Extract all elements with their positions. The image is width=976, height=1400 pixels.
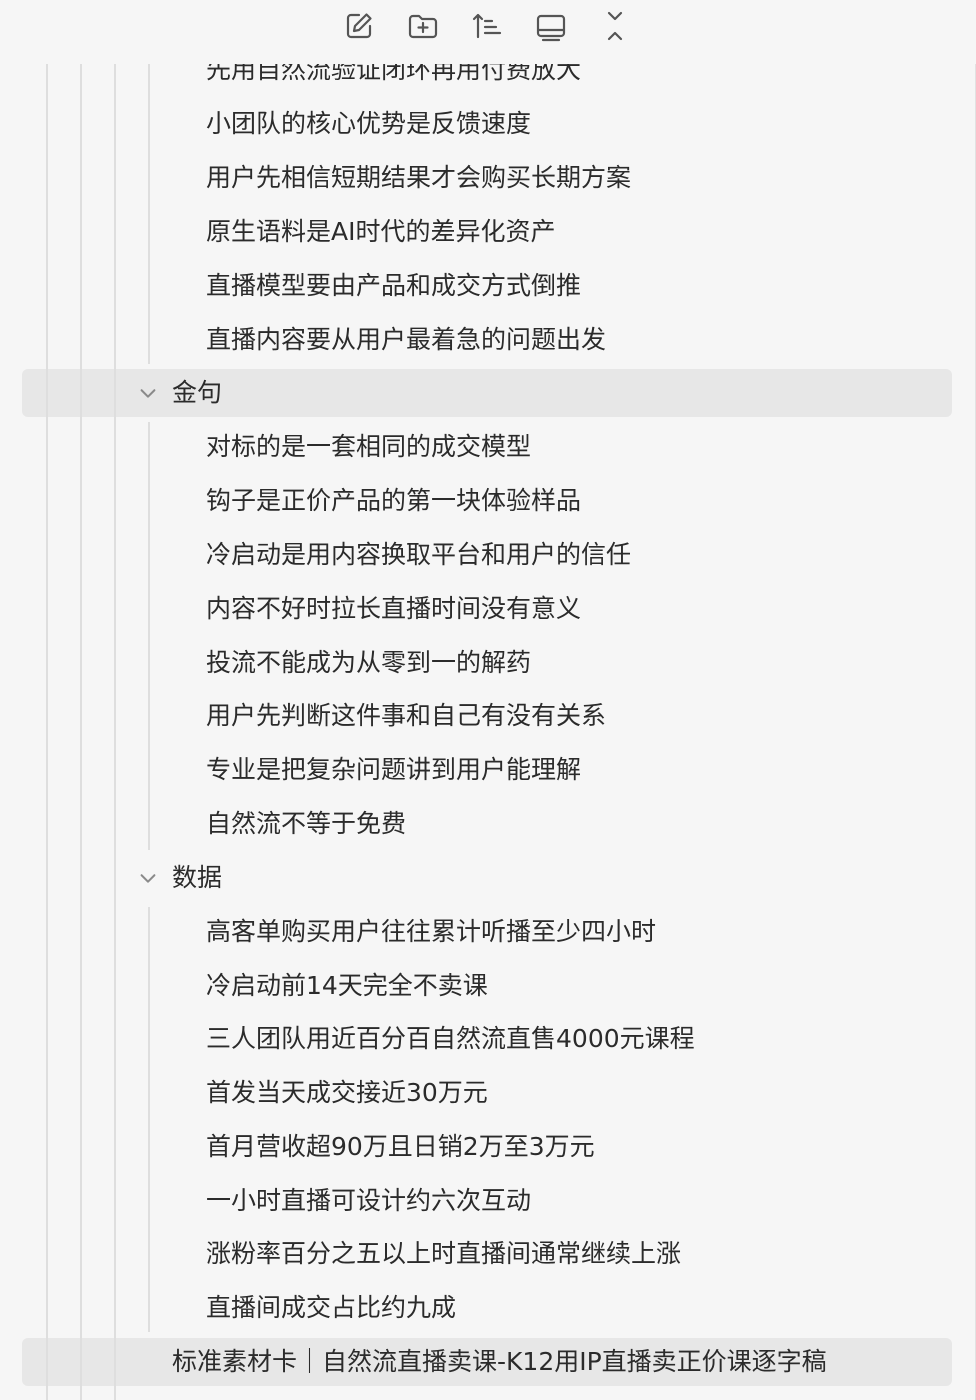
collapse-all-button[interactable] <box>595 6 635 46</box>
tree-guide-line <box>148 422 150 850</box>
tree-item[interactable]: 直播间成交占比约九成 <box>206 1292 456 1324</box>
tree-guide-line <box>114 64 116 1400</box>
folder-data[interactable]: 数据 <box>136 854 222 902</box>
chevron-down-icon[interactable] <box>136 381 160 405</box>
tree-guide-line <box>46 64 48 1400</box>
tree-item[interactable]: 内容不好时拉长直播时间没有意义 <box>206 593 581 625</box>
sort-icon <box>472 13 502 39</box>
folder-label: 数据 <box>172 863 223 892</box>
toolbar <box>0 0 976 56</box>
folder-plus-icon <box>408 14 438 39</box>
tree-item[interactable]: 首月营收超90万且日销2万至3万元 <box>206 1131 595 1163</box>
tree-item[interactable]: 自然流不等于免费 <box>206 808 406 840</box>
tree-item-selected[interactable]: 标准素材卡｜自然流直播卖课-K12用IP直播卖正价课逐字稿 <box>172 1346 827 1378</box>
tree-item[interactable]: 一小时直播可设计约六次互动 <box>206 1185 531 1217</box>
tree-item[interactable]: 钩子是正价产品的第一块体验样品 <box>206 485 581 517</box>
tree-item[interactable]: 三人团队用近百分百自然流直售4000元课程 <box>206 1023 695 1055</box>
tree-item[interactable]: 高客单购买用户往往累计听播至少四小时 <box>206 916 656 948</box>
new-note-button[interactable] <box>339 6 379 46</box>
tree-guide-line <box>80 64 82 1400</box>
tree-item[interactable]: 直播内容要从用户最着急的问题出发 <box>206 324 606 356</box>
tree-item[interactable]: 投流不能成为从零到一的解药 <box>206 647 531 679</box>
tree-item[interactable]: 首发当天成交接近30万元 <box>206 1077 488 1109</box>
panel-icon <box>536 14 566 42</box>
toolbar-divider <box>0 56 976 64</box>
tree-item[interactable]: 直播模型要由产品和成交方式倒推 <box>206 270 581 302</box>
edit-icon <box>346 13 372 39</box>
tree-item[interactable]: 小团队的核心优势是反馈速度 <box>206 108 531 140</box>
tree-item[interactable]: 冷启动前14天完全不卖课 <box>206 970 488 1002</box>
tree-item[interactable]: 用户先判断这件事和自己有没有关系 <box>206 700 606 732</box>
tree-item[interactable]: 涨粉率百分之五以上时直播间通常继续上涨 <box>206 1238 681 1270</box>
tree-item[interactable]: 对标的是一套相同的成交模型 <box>206 431 531 463</box>
tree-item[interactable]: 专业是把复杂问题讲到用户能理解 <box>206 754 581 786</box>
chevron-down-icon[interactable] <box>136 866 160 890</box>
tree-item[interactable]: 冷启动是用内容换取平台和用户的信任 <box>206 539 631 571</box>
folder-quotes[interactable]: 金句 <box>136 369 222 417</box>
collapse-icon <box>607 11 623 41</box>
collapse-panel-button[interactable] <box>531 6 571 46</box>
tree-guide-line <box>148 907 150 1332</box>
new-folder-button[interactable] <box>403 6 443 46</box>
sort-button[interactable] <box>467 6 507 46</box>
tree-guide-line <box>148 64 150 364</box>
tree-item[interactable]: 原生语料是AI时代的差异化资产 <box>206 216 555 248</box>
tree-item[interactable]: 用户先相信短期结果才会购买长期方案 <box>206 162 631 194</box>
folder-label: 金句 <box>172 378 223 407</box>
